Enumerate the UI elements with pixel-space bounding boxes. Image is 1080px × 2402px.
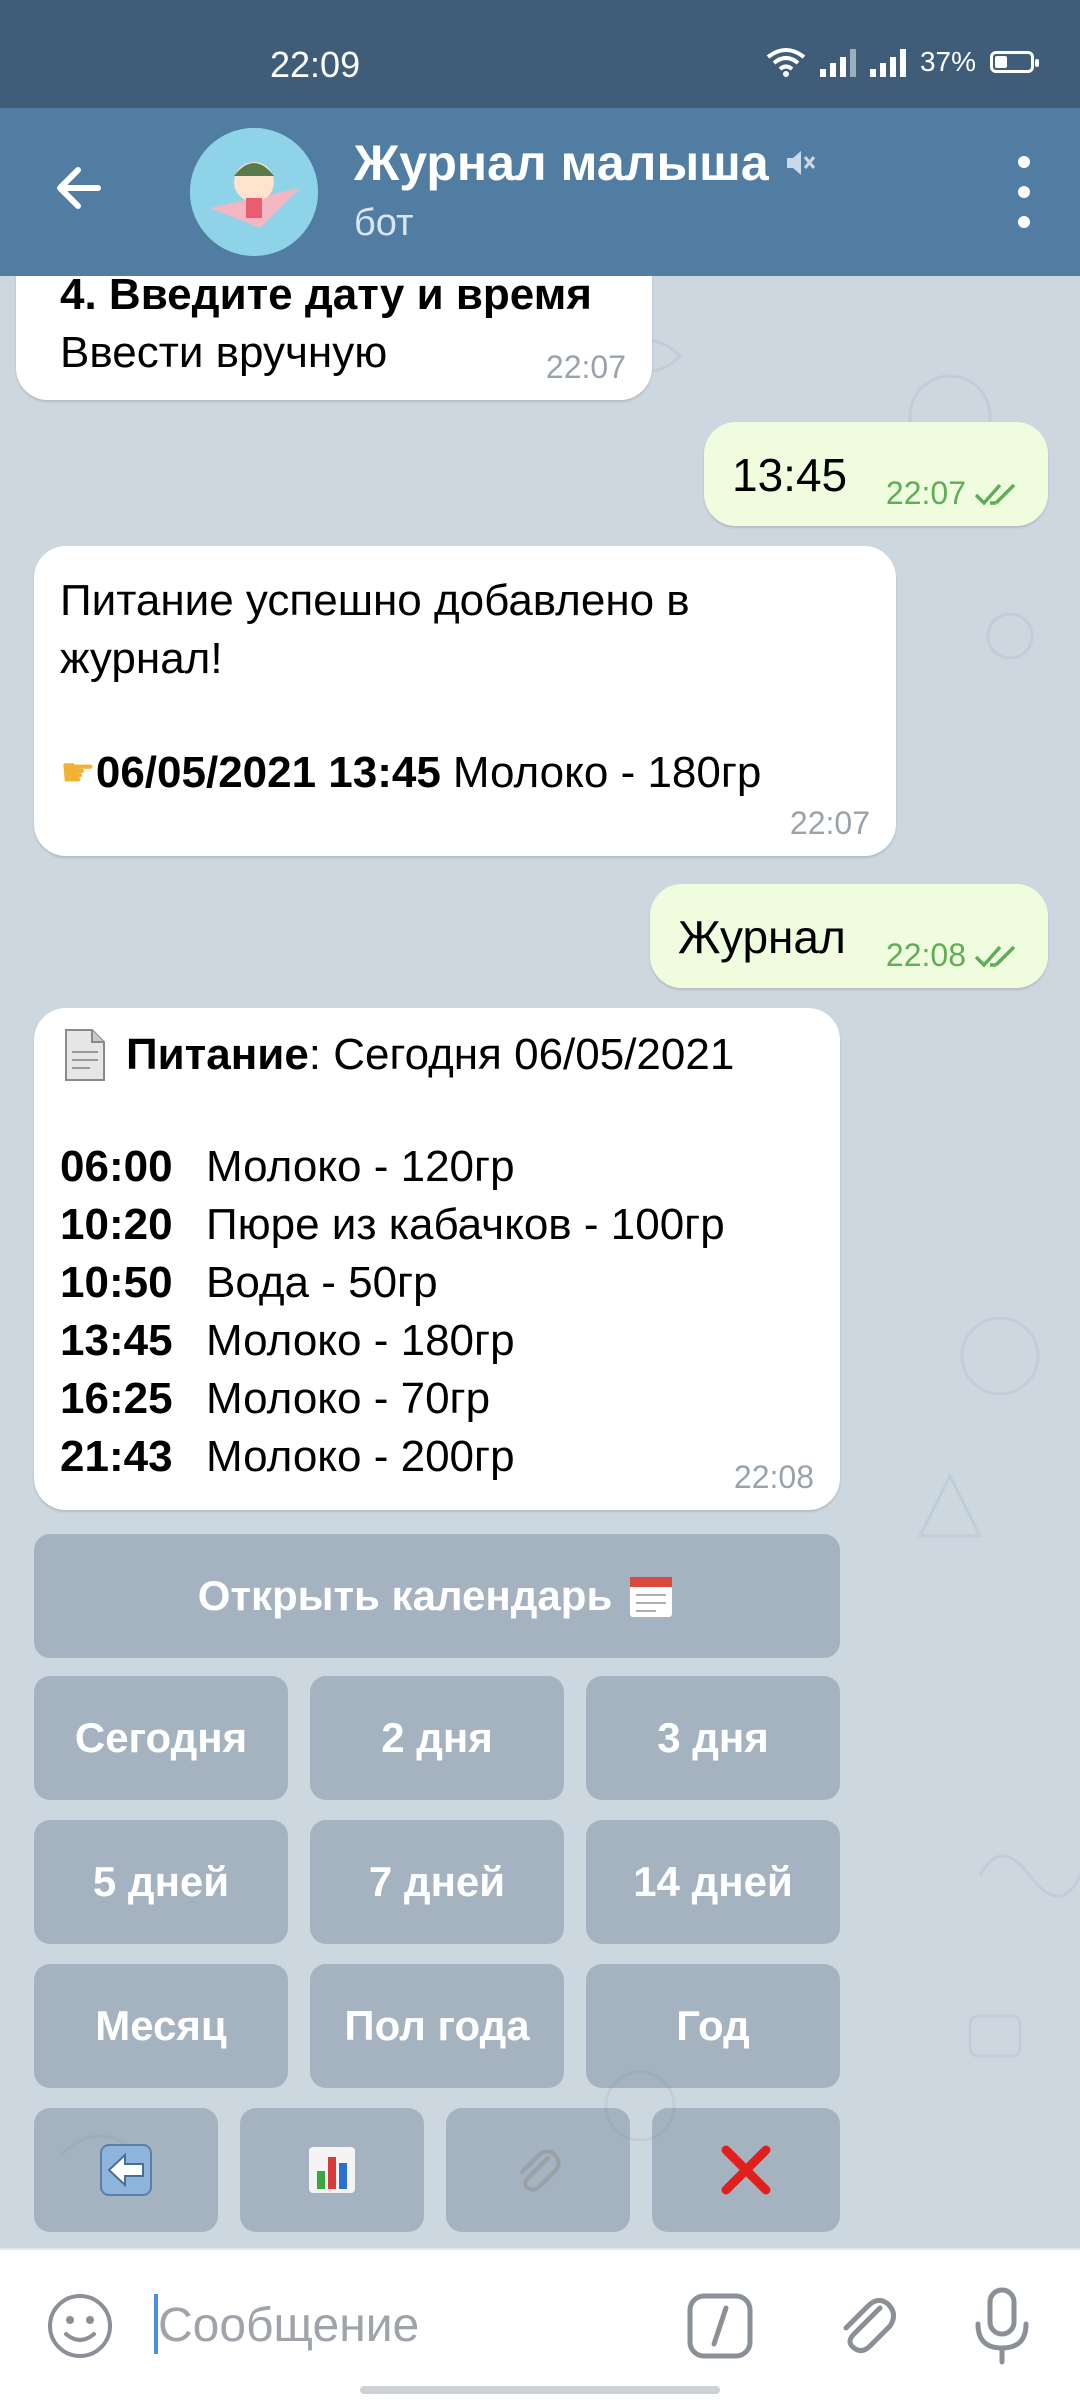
entry-item: Молоко - 200гр bbox=[206, 1432, 515, 1481]
button-label: 3 дня bbox=[657, 1714, 769, 1761]
entry-item: Вода - 50гр bbox=[206, 1258, 438, 1307]
report-entries: 06:00 Молоко - 120гр 10:20 Пюре из кабачко… bbox=[60, 1138, 725, 1486]
message-incoming[interactable]: Питание успешно добавлено в журнал! ☛ 06… bbox=[34, 546, 896, 856]
home-indicator bbox=[360, 2386, 720, 2394]
message-time: 22:07 bbox=[545, 349, 626, 385]
message-input[interactable]: Сообщение bbox=[158, 2298, 419, 2353]
back-button[interactable] bbox=[34, 2108, 218, 2232]
muted-icon bbox=[786, 151, 815, 175]
chat-header: Журнал малыша бот bbox=[0, 108, 1080, 276]
report-entry: 16:25 Молоко - 70гр bbox=[60, 1370, 725, 1428]
status-bar: 22:09 37% bbox=[0, 0, 1080, 108]
entry-time: 06:00 bbox=[60, 1142, 173, 1191]
entry-date: 06/05/2021 13:45 bbox=[95, 748, 441, 797]
entry-time: 16:25 bbox=[60, 1374, 173, 1423]
back-arrow-icon[interactable] bbox=[50, 158, 110, 218]
message-text: 13:45 bbox=[732, 449, 848, 501]
message-incoming[interactable]: 4. Введите дату и время Ввести вручную 2… bbox=[16, 276, 652, 400]
message-time: 22:08 bbox=[885, 937, 966, 973]
period-half-year-button[interactable]: Пол года bbox=[310, 1964, 564, 2088]
period-today-button[interactable]: Сегодня bbox=[34, 1676, 288, 1800]
attach-icon[interactable] bbox=[830, 2290, 902, 2362]
message-incoming-report[interactable]: Питание : Сегодня 06/05/2021 06:00 Молоко… bbox=[34, 1008, 840, 1510]
entry-time: 13:45 bbox=[60, 1316, 173, 1365]
button-label: Пол года bbox=[344, 2002, 530, 2049]
message-time: 22:07 bbox=[789, 805, 870, 841]
period-2-days-button[interactable]: 2 дня bbox=[310, 1676, 564, 1800]
period-year-button[interactable]: Год bbox=[586, 1964, 840, 2088]
microphone-icon[interactable] bbox=[966, 2286, 1038, 2366]
message-text: Ввести вручную bbox=[60, 328, 388, 377]
chat-area: 4. Введите дату и время Ввести вручную 2… bbox=[0, 276, 1080, 2248]
button-label: 5 дней bbox=[92, 1858, 230, 1905]
button-label: 14 дней bbox=[633, 1858, 793, 1905]
period-5-days-button[interactable]: 5 дней bbox=[34, 1820, 288, 1944]
message-text: Журнал bbox=[678, 911, 846, 963]
calendar-icon bbox=[630, 1577, 673, 1617]
button-label: Сегодня bbox=[74, 1714, 248, 1761]
entry-item: Молоко - 180гр bbox=[206, 1316, 515, 1365]
entry-item: Молоко - 180гр bbox=[452, 748, 762, 797]
attach-button[interactable] bbox=[446, 2108, 630, 2232]
entry-item: Молоко - 70гр bbox=[206, 1374, 491, 1423]
message-text: 4. Введите дату и время bbox=[60, 276, 592, 319]
chat-subtitle: бот bbox=[354, 202, 414, 244]
entry-time: 21:43 bbox=[60, 1432, 173, 1481]
signal-icon-2 bbox=[869, 47, 906, 77]
report-entry: 10:50 Вода - 50гр bbox=[60, 1254, 725, 1312]
statistics-button[interactable] bbox=[240, 2108, 424, 2232]
message-text: Питание успешно добавлено в bbox=[60, 576, 690, 625]
battery-icon bbox=[990, 51, 1039, 73]
bot-commands-icon[interactable] bbox=[684, 2290, 756, 2362]
message-time: 22:08 bbox=[733, 1459, 814, 1495]
message-outgoing[interactable]: 13:45 22:07 bbox=[704, 422, 1048, 526]
cancel-button[interactable] bbox=[652, 2108, 840, 2232]
message-time: 22:07 bbox=[885, 475, 966, 511]
bot-avatar[interactable] bbox=[190, 128, 318, 256]
entry-time: 10:50 bbox=[60, 1258, 173, 1307]
wifi-icon bbox=[766, 48, 806, 77]
status-time: 22:09 bbox=[270, 44, 361, 85]
document-icon bbox=[65, 1029, 105, 1081]
entry-item: Молоко - 120гр bbox=[206, 1142, 515, 1191]
close-icon bbox=[721, 2145, 771, 2195]
bar-chart-icon bbox=[309, 2147, 355, 2193]
period-14-days-button[interactable]: 14 дней bbox=[586, 1820, 840, 1944]
entry-time: 10:20 bbox=[60, 1200, 173, 1249]
report-entry: 10:20 Пюре из кабачков - 100гр bbox=[60, 1196, 725, 1254]
pointing-hand-icon: ☛ bbox=[60, 751, 96, 795]
signal-icon bbox=[819, 47, 856, 77]
message-input-bar: Сообщение bbox=[0, 2248, 1080, 2402]
period-month-button[interactable]: Месяц bbox=[34, 1964, 288, 2088]
button-label: 7 дней bbox=[368, 1858, 506, 1905]
entry-item: Пюре из кабачков - 100гр bbox=[206, 1200, 725, 1249]
battery-percent: 37% bbox=[919, 46, 976, 77]
double-check-icon bbox=[974, 945, 1016, 968]
report-heading-date: : Сегодня 06/05/2021 bbox=[308, 1030, 735, 1079]
period-7-days-button[interactable]: 7 дней bbox=[310, 1820, 564, 1944]
report-heading: Питание bbox=[126, 1030, 309, 1079]
report-entry: 21:43 Молоко - 200гр bbox=[60, 1428, 725, 1486]
period-3-days-button[interactable]: 3 дня bbox=[586, 1676, 840, 1800]
button-label: 2 дня bbox=[381, 1714, 493, 1761]
double-check-icon bbox=[974, 483, 1016, 506]
message-outgoing[interactable]: Журнал 22:08 bbox=[650, 884, 1048, 988]
open-calendar-label: Открыть календарь bbox=[197, 1572, 613, 1619]
message-text: журнал! bbox=[60, 634, 223, 683]
button-label: Год bbox=[676, 2002, 750, 2049]
emoji-icon[interactable] bbox=[44, 2290, 116, 2362]
chat-title: Журнал малыша bbox=[354, 135, 769, 191]
avatar-illustration bbox=[190, 128, 318, 256]
more-menu-icon[interactable] bbox=[994, 156, 1054, 228]
paperclip-icon bbox=[520, 2149, 561, 2192]
back-arrow-icon bbox=[100, 2144, 152, 2196]
open-calendar-button[interactable]: Открыть календарь bbox=[34, 1534, 840, 1658]
report-entry: 13:45 Молоко - 180гр bbox=[60, 1312, 725, 1370]
report-entry: 06:00 Молоко - 120гр bbox=[60, 1138, 725, 1196]
button-label: Месяц bbox=[95, 2002, 227, 2049]
